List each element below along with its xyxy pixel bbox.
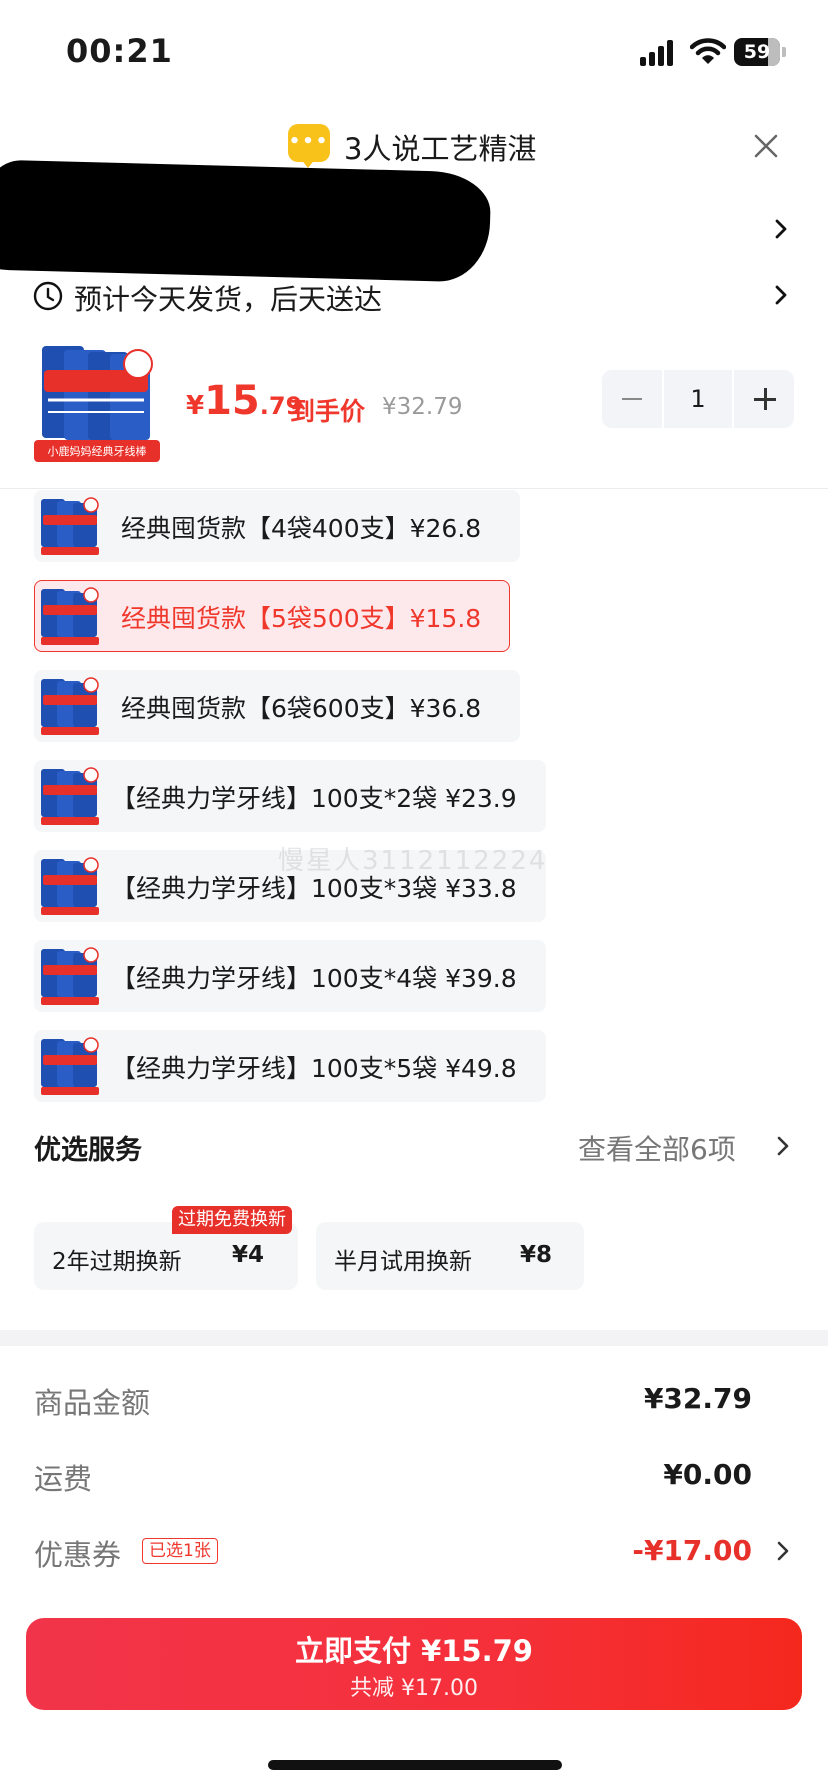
- address-row[interactable]: [0, 159, 828, 283]
- shipping-row: 运费 ¥0.00: [0, 1456, 828, 1506]
- final-price-label: 到手价: [290, 397, 366, 426]
- close-icon: [754, 134, 778, 158]
- increase-button[interactable]: [734, 370, 794, 428]
- goods-amount-row: 商品金额 ¥32.79: [0, 1380, 828, 1430]
- divider: [0, 488, 828, 489]
- variant-label: 【经典力学牙线】100支*2袋 ¥23.9: [111, 784, 517, 813]
- delivery-row[interactable]: 预计今天发货，后天送达: [0, 274, 828, 334]
- pay-now-label: 立即支付 ¥15.79: [294, 1634, 533, 1668]
- redacted-address-extra: [0, 211, 461, 271]
- service-name: 2年过期换新: [52, 1249, 182, 1275]
- coupon-value: -¥17.00: [632, 1534, 752, 1567]
- status-bar: 00:21 59: [0, 0, 828, 100]
- variant-option[interactable]: 经典囤货款【4袋400支】¥26.8: [34, 490, 520, 562]
- quantity-value[interactable]: 1: [664, 370, 732, 428]
- service-price: ¥4: [232, 1242, 265, 1268]
- home-indicator[interactable]: [268, 1760, 562, 1770]
- quantity-stepper: 1: [602, 370, 794, 428]
- variant-label: 经典囤货款【4袋400支】¥26.8: [121, 514, 482, 543]
- variant-label: 【经典力学牙线】100支*5袋 ¥49.8: [111, 1054, 517, 1083]
- battery-level: 59: [743, 41, 771, 63]
- original-price: ¥32.79: [382, 394, 463, 420]
- close-button[interactable]: [748, 128, 784, 164]
- variant-option[interactable]: 【经典力学牙线】100支*4袋 ¥39.8: [34, 940, 546, 1012]
- header-title: 3人说工艺精湛: [344, 132, 537, 166]
- variant-option[interactable]: 经典囤货款【5袋500支】¥15.8: [34, 580, 510, 652]
- variant-label: 经典囤货款【6袋600支】¥36.8: [121, 694, 482, 723]
- service-badge: 过期免费换新: [172, 1206, 292, 1234]
- goods-amount-value: ¥32.79: [643, 1382, 752, 1415]
- variant-thumbnail: [39, 675, 101, 737]
- coupon-selected-badge: 已选1张: [142, 1538, 218, 1564]
- service-name: 半月试用换新: [334, 1249, 472, 1275]
- variant-option[interactable]: 【经典力学牙线】100支*5袋 ¥49.8: [34, 1030, 546, 1102]
- service-price: ¥8: [520, 1242, 553, 1268]
- services-view-all[interactable]: 查看全部6项: [578, 1128, 736, 1168]
- watermark: 慢星人3112112224: [278, 846, 548, 876]
- service-option[interactable]: 半月试用换新 ¥8: [316, 1222, 584, 1290]
- chevron-right-icon: [770, 284, 792, 306]
- variant-thumbnail: [39, 765, 101, 827]
- variant-thumbnail: [39, 585, 101, 647]
- variant-thumbnail: [39, 495, 101, 557]
- goods-amount-label: 商品金额: [34, 1386, 151, 1420]
- wifi-icon: [689, 36, 727, 66]
- delivery-estimate: 预计今天发货，后天送达: [74, 283, 383, 316]
- variant-label: 【经典力学牙线】100支*4袋 ¥39.8: [111, 964, 517, 993]
- product-thumb-caption: 小鹿妈妈经典牙线棒: [48, 444, 147, 458]
- pay-now-button[interactable]: 立即支付 ¥15.79 共减 ¥17.00: [26, 1618, 802, 1710]
- variant-thumbnail: [39, 945, 101, 1007]
- variant-thumbnail: [39, 855, 101, 917]
- product-summary: 小鹿妈妈经典牙线棒 ¥15.79 到手价 ¥32.79 1: [0, 336, 828, 466]
- variant-option[interactable]: 【经典力学牙线】100支*2袋 ¥23.9: [34, 760, 546, 832]
- chevron-right-icon[interactable]: [772, 1135, 794, 1157]
- minus-icon: [622, 398, 642, 400]
- variant-label: 经典囤货款【5袋500支】¥15.8: [121, 604, 482, 633]
- chevron-right-icon: [772, 1540, 794, 1562]
- cellular-signal-icon: [640, 40, 676, 66]
- pay-discount-label: 共减 ¥17.00: [350, 1676, 478, 1701]
- battery-icon: 59: [734, 38, 786, 66]
- chevron-right-icon: [770, 218, 792, 240]
- product-image[interactable]: 小鹿妈妈经典牙线棒: [34, 340, 160, 464]
- decrease-button[interactable]: [602, 370, 662, 428]
- status-time: 00:21: [66, 32, 173, 70]
- shipping-label: 运费: [34, 1462, 93, 1496]
- coupon-label: 优惠券: [34, 1538, 122, 1572]
- variant-option[interactable]: 经典囤货款【6袋600支】¥36.8: [34, 670, 520, 742]
- chat-bubble-icon: •••: [288, 124, 330, 168]
- clock-icon: [32, 280, 64, 312]
- shipping-value: ¥0.00: [663, 1458, 752, 1491]
- section-divider: [0, 1330, 828, 1346]
- services-title: 优选服务: [34, 1135, 142, 1166]
- coupon-row[interactable]: 优惠券 已选1张 -¥17.00: [0, 1532, 828, 1582]
- variant-thumbnail: [39, 1035, 101, 1097]
- final-price: ¥15.79: [186, 378, 303, 424]
